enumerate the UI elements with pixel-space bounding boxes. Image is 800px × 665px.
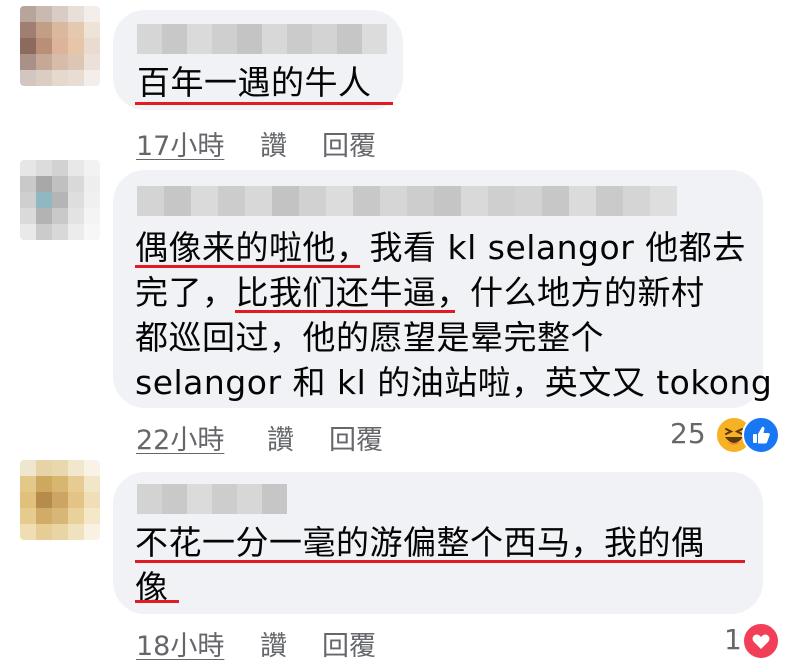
reactions-summary[interactable]: 25: [670, 414, 790, 454]
commenter-name-pixelated[interactable]: [137, 186, 677, 216]
comment-line-4: selangor 和 kl 的油站啦，英文又 tokong: [135, 363, 773, 402]
like-button[interactable]: 讚: [260, 624, 287, 663]
comment-bubble: 百年一遇的牛人: [113, 10, 403, 110]
timestamp-link[interactable]: 18小時: [136, 624, 224, 663]
comment-bubble: 不花一分一毫的游偏整个西马，我的偶 像: [113, 472, 763, 614]
like-button[interactable]: 讚: [267, 418, 294, 457]
comment-bubble: 偶像来的啦他，我看 kl selangor 他都去 完了，比我们还牛逼，什么地方…: [113, 170, 772, 408]
reactions-summary[interactable]: 1: [722, 620, 782, 660]
highlight-underline: [135, 560, 745, 563]
commenter-name-pixelated[interactable]: [137, 484, 287, 514]
comment-line-2: 完了，比我们还牛逼，什么地方的新村: [135, 273, 705, 312]
comment-line-2: 像: [135, 568, 169, 607]
comment-line-3: 都巡回过，他的愿望是晕完整个: [135, 318, 604, 357]
comment-line-1: 偶像来的啦他，我看 kl selangor 他都去: [135, 228, 746, 267]
comment-line-1: 不花一分一毫的游偏整个西马，我的偶: [135, 523, 705, 562]
timestamp-link[interactable]: 22小時: [136, 418, 224, 457]
like-icon: [742, 416, 780, 454]
like-button[interactable]: 讚: [260, 124, 287, 163]
highlight-underline: [235, 310, 455, 313]
avatar[interactable]: [20, 460, 100, 540]
highlight-underline: [135, 265, 360, 268]
reply-button[interactable]: 回覆: [329, 418, 383, 457]
reaction-count: 25: [670, 417, 706, 450]
avatar[interactable]: [20, 6, 100, 86]
reply-button[interactable]: 回覆: [322, 624, 376, 663]
timestamp-link[interactable]: 17小時: [136, 124, 224, 163]
comment-text: 百年一遇的牛人: [137, 63, 372, 102]
love-icon: [742, 622, 780, 660]
reaction-count: 1: [724, 623, 742, 656]
comment-actions: 18小時 讚 回覆: [136, 624, 436, 662]
commenter-name-pixelated[interactable]: [137, 24, 387, 54]
comment-actions: 17小時 讚 回覆: [136, 124, 436, 162]
highlight-underline: [135, 600, 179, 603]
comment-actions: 22小時 讚 回覆: [136, 418, 436, 456]
avatar[interactable]: [20, 160, 100, 240]
reply-button[interactable]: 回覆: [322, 124, 376, 163]
highlight-underline: [135, 102, 393, 105]
